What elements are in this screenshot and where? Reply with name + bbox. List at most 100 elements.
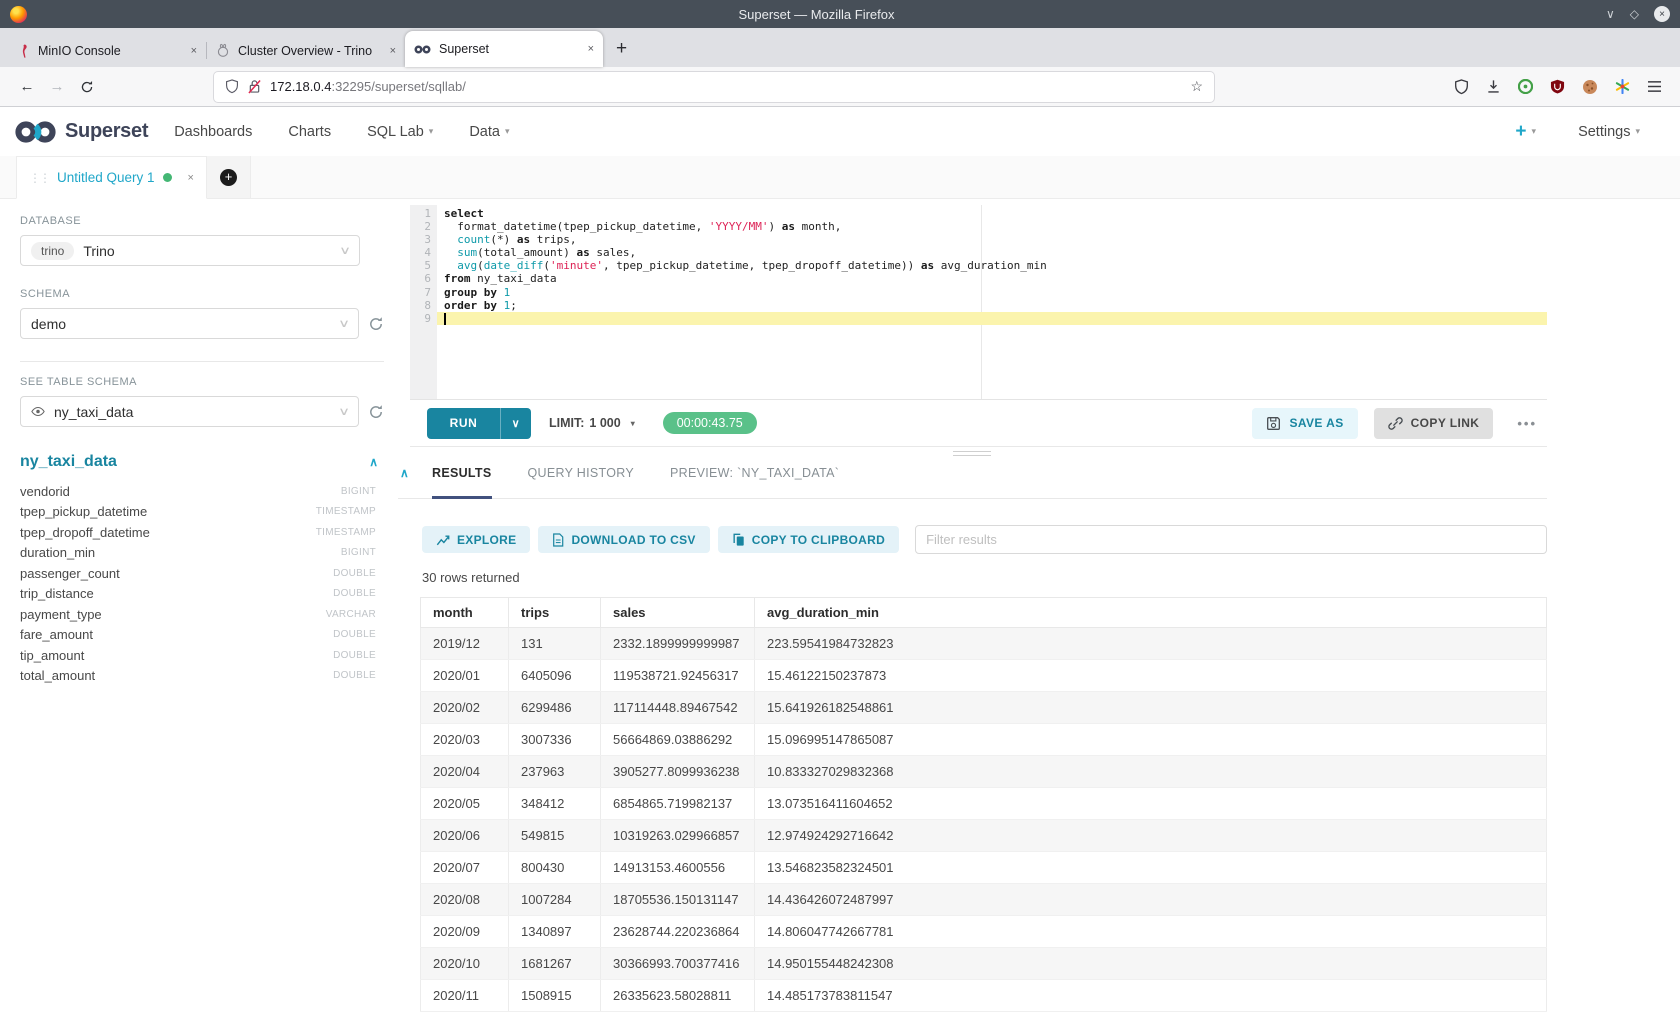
table-row: 2020/0654981510319263.02996685712.974924… [421, 820, 1547, 852]
nav-charts[interactable]: Charts [288, 124, 331, 140]
firefox-icon [10, 6, 27, 23]
add-new-button[interactable]: +▾ [1515, 121, 1536, 143]
browser-tabstrip: MinIO Console × Cluster Overview - Trino… [0, 28, 1680, 67]
copy-clipboard-button[interactable]: COPY TO CLIPBOARD [718, 526, 899, 553]
brand-title[interactable]: Superset [65, 120, 148, 143]
filter-results-input[interactable] [915, 525, 1547, 554]
more-options-button[interactable]: ••• [1517, 416, 1537, 431]
collapse-results-icon[interactable]: ∧ [400, 466, 409, 480]
explore-button[interactable]: EXPLORE [422, 526, 530, 553]
save-as-button[interactable]: SAVE AS [1252, 408, 1357, 439]
run-options-icon[interactable]: ∨ [501, 417, 531, 430]
nav-data[interactable]: Data▾ [469, 124, 509, 140]
insecure-lock-icon[interactable] [248, 79, 261, 94]
maximize-button[interactable]: ◇ [1630, 7, 1639, 21]
reload-button[interactable] [72, 80, 102, 94]
browser-tab-trino[interactable]: Cluster Overview - Trino × [207, 34, 405, 67]
column-header-sales[interactable]: sales [601, 598, 755, 628]
close-tab-icon[interactable]: × [588, 43, 594, 55]
column-name: tip_amount [20, 648, 84, 663]
column-item[interactable]: duration_minBIGINT [20, 543, 384, 564]
column-item[interactable]: tpep_pickup_datetimeTIMESTAMP [20, 502, 384, 523]
limit-dropdown[interactable]: LIMIT: 1 000 ▾ [549, 416, 635, 430]
url-path: :32295/superset/sqllab/ [331, 79, 465, 94]
tracking-shield-icon[interactable] [225, 79, 239, 94]
copy-icon [732, 533, 745, 547]
settings-menu[interactable]: Settings▾ [1578, 124, 1640, 140]
menu-icon[interactable] [1647, 80, 1662, 93]
collapse-table-icon[interactable]: ∧ [369, 455, 378, 469]
table-row: 2020/10168126730366993.70037741614.95015… [421, 948, 1547, 980]
nav-dashboards[interactable]: Dashboards [174, 124, 252, 140]
eye-icon [31, 406, 45, 417]
refresh-table-icon[interactable] [368, 404, 384, 420]
superset-logo[interactable] [14, 120, 58, 144]
run-button[interactable]: RUN ∨ [427, 408, 531, 439]
add-query-tab-button[interactable]: + [207, 156, 251, 198]
colorful-asterisk-icon[interactable] [1615, 79, 1630, 94]
bookmark-star-icon[interactable]: ☆ [1190, 78, 1203, 95]
column-item[interactable]: trip_distance DOUBLE [20, 584, 384, 605]
column-type: DOUBLE [333, 588, 376, 599]
tab-results[interactable]: RESULTS [432, 447, 492, 498]
browser-tab-superset[interactable]: Superset × [405, 31, 603, 67]
code-line: count(*) as trips, [437, 233, 1547, 246]
caret-down-icon: ▾ [1532, 126, 1537, 137]
code-line: sum(total_amount) as sales, [437, 246, 1547, 259]
download-icon[interactable] [1486, 79, 1501, 94]
tab-query-history[interactable]: QUERY HISTORY [528, 447, 634, 498]
column-item[interactable]: fare_amountDOUBLE [20, 625, 384, 646]
column-type: DOUBLE [333, 568, 376, 579]
chevron-down-icon: ∨ [339, 244, 351, 257]
nav-sql-lab[interactable]: SQL Lab▾ [367, 124, 433, 140]
column-name: trip_distance [20, 586, 94, 601]
column-type: VARCHAR [326, 609, 376, 620]
table-select[interactable]: ny_taxi_data ∨ [20, 396, 359, 427]
forward-button[interactable]: → [42, 78, 72, 95]
minimize-button[interactable]: ∨ [1606, 7, 1615, 21]
column-item[interactable]: tpep_dropoff_datetimeTIMESTAMP [20, 522, 384, 543]
column-name: passenger_count [20, 566, 120, 581]
close-tab-icon[interactable]: × [390, 45, 396, 57]
schema-label: SCHEMA [20, 288, 384, 300]
column-item[interactable]: vendoridBIGINT [20, 481, 384, 502]
new-tab-button[interactable]: + [603, 38, 640, 60]
close-window-button[interactable]: × [1654, 6, 1670, 22]
tab-preview[interactable]: PREVIEW: `NY_TAXI_DATA` [670, 447, 839, 498]
column-item[interactable]: total_amountDOUBLE [20, 666, 384, 687]
sql-editor[interactable]: 123456789 select format_datetime(tpep_pi… [410, 205, 1547, 400]
elapsed-timer-badge: 00:00:43.75 [663, 412, 757, 434]
url-field[interactable]: 172.18.0.4:32295/superset/sqllab/ ☆ [214, 72, 1214, 102]
protections-shield-icon[interactable] [1454, 79, 1469, 95]
editor-code[interactable]: select format_datetime(tpep_pickup_datet… [437, 205, 1547, 399]
schema-select[interactable]: demo ∨ [20, 308, 359, 339]
ublock-shield-icon[interactable] [1550, 79, 1565, 94]
download-csv-button[interactable]: DOWNLOAD TO CSV [538, 526, 709, 553]
back-button[interactable]: ← [12, 78, 42, 95]
copy-link-button[interactable]: COPY LINK [1374, 408, 1494, 439]
browser-tab-minio[interactable]: MinIO Console × [8, 34, 206, 67]
database-select[interactable]: trino Trino ∨ [20, 235, 360, 266]
cookie-icon[interactable] [1582, 79, 1598, 95]
refresh-schema-icon[interactable] [368, 316, 384, 332]
close-tab-icon[interactable]: × [191, 45, 197, 57]
column-item[interactable]: tip_amountDOUBLE [20, 645, 384, 666]
superset-navbar: Superset Dashboards Charts SQL Lab▾ Data… [0, 107, 1680, 156]
table-row: 2020/053484126854865.71998213713.0735164… [421, 788, 1547, 820]
table-schema-title[interactable]: ny_taxi_data [20, 453, 117, 471]
window-title: Superset — Mozilla Firefox [27, 7, 1606, 22]
link-icon [1388, 416, 1403, 431]
close-query-tab-icon[interactable]: × [188, 172, 194, 184]
column-type: TIMESTAMP [316, 506, 376, 517]
query-tab-title: Untitled Query 1 [57, 170, 155, 185]
column-header-month[interactable]: month [421, 598, 509, 628]
results-table: monthtripssalesavg_duration_min 2019/121… [420, 597, 1547, 1012]
green-extension-icon[interactable] [1518, 79, 1533, 94]
text-cursor [444, 313, 446, 325]
column-header-avg_duration_min[interactable]: avg_duration_min [755, 598, 1547, 628]
column-header-trips[interactable]: trips [509, 598, 601, 628]
query-tab[interactable]: ⋮⋮ Untitled Query 1 × [16, 156, 207, 199]
query-tabstrip: ⋮⋮ Untitled Query 1 × + [0, 156, 1680, 199]
column-item[interactable]: payment_typeVARCHAR [20, 604, 384, 625]
column-item[interactable]: passenger_count DOUBLE [20, 563, 384, 584]
